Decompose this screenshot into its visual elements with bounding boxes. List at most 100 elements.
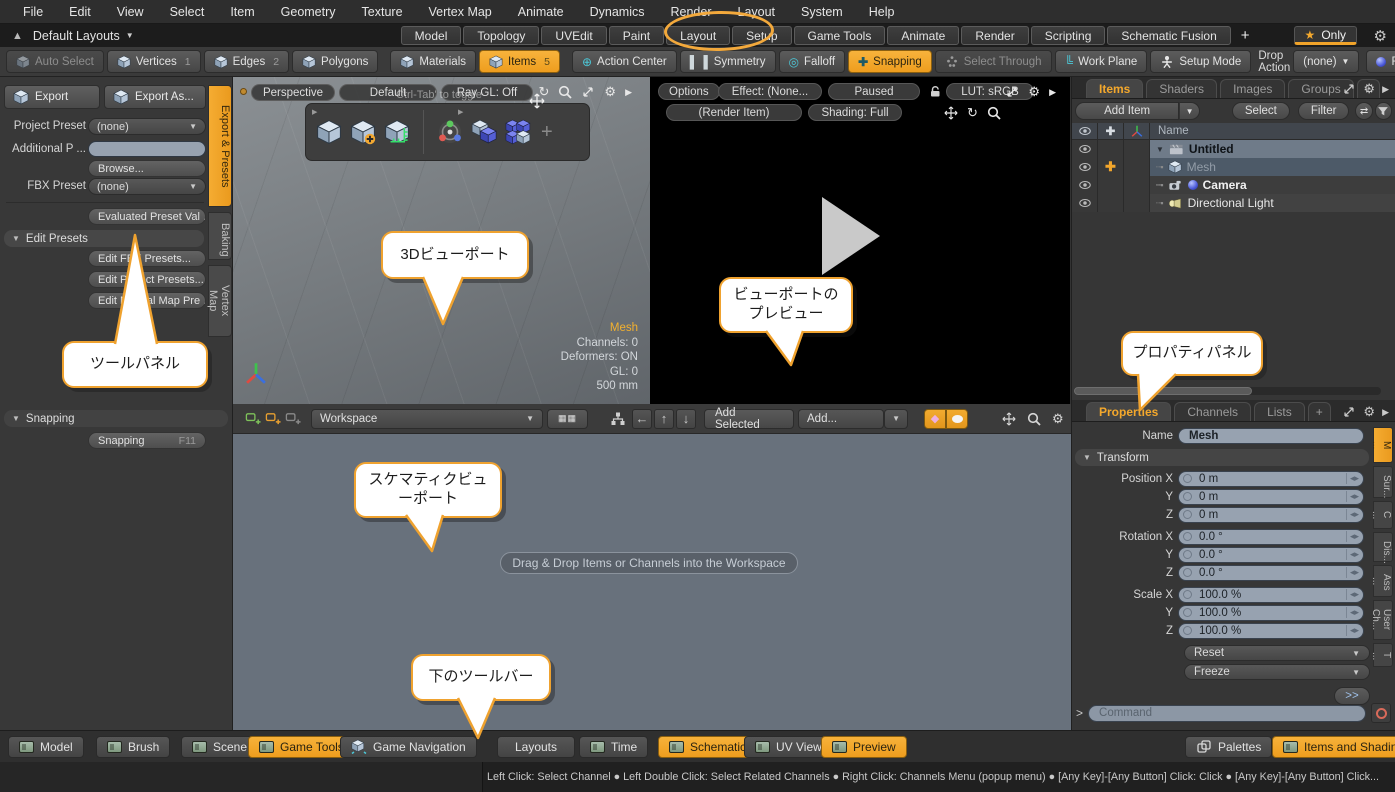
tab-uvedit[interactable]: UVEdit bbox=[541, 26, 606, 45]
command-input[interactable] bbox=[1088, 705, 1366, 722]
items-and-shading-button[interactable]: Items and Shading bbox=[1272, 736, 1395, 758]
active-layer-icon[interactable]: ✚ bbox=[1098, 158, 1124, 176]
add-workspace-icon[interactable] bbox=[245, 411, 261, 427]
cube-dimensions-tool-icon[interactable] bbox=[384, 119, 410, 145]
eye-column-icon[interactable] bbox=[1078, 124, 1092, 138]
drop-action-dropdown[interactable]: (none)▼ bbox=[1293, 50, 1359, 73]
cube-add-tool-icon[interactable] bbox=[350, 119, 376, 145]
select-through-button[interactable]: Select Through bbox=[935, 50, 1052, 73]
cube-tool-icon[interactable] bbox=[316, 119, 342, 145]
action-center-button[interactable]: ⊕Action Center bbox=[572, 50, 677, 73]
schematic-viewport[interactable]: Workspace▼ ▦▦ ← ↑ ↓ Add Selected Add... … bbox=[233, 404, 1071, 730]
gear-icon[interactable]: ⚙ bbox=[1028, 84, 1040, 100]
falloff-button[interactable]: ◎Falloff bbox=[779, 50, 846, 73]
render-preview-viewport[interactable]: Options Effect: (None... Paused LUT: sRG… bbox=[650, 77, 1070, 404]
visibility-eye-icon[interactable] bbox=[1072, 158, 1098, 176]
favorites-only-button[interactable]: ★Only bbox=[1294, 26, 1357, 45]
menu-geometry[interactable]: Geometry bbox=[268, 5, 349, 19]
add-item-dropdown-arrow[interactable]: ▼ bbox=[1179, 102, 1200, 120]
project-preset-dropdown[interactable]: (none)▼ bbox=[88, 118, 206, 135]
preview-button[interactable]: Preview bbox=[821, 736, 907, 758]
expand-icon[interactable] bbox=[1342, 82, 1356, 96]
menu-file[interactable]: File bbox=[10, 5, 56, 19]
tab-schematic-fusion[interactable]: Schematic Fusion bbox=[1107, 26, 1230, 45]
panel-arrow-icon[interactable]: ▶ bbox=[1382, 84, 1389, 95]
spinner-icon[interactable]: ◂▸ bbox=[1346, 549, 1363, 560]
vtab-baking[interactable]: Baking bbox=[208, 212, 232, 260]
arrow-down-button[interactable]: ↓ bbox=[676, 409, 696, 429]
menu-item[interactable]: Item bbox=[217, 5, 267, 19]
symmetry-button[interactable]: ▌▐Symmetry bbox=[680, 50, 776, 73]
add-tool-plus[interactable]: + bbox=[541, 121, 553, 144]
materials-mode-button[interactable]: Materials bbox=[390, 50, 476, 73]
add-selected-button[interactable]: Add Selected bbox=[704, 409, 794, 429]
spinner-icon[interactable]: ◂▸ bbox=[1346, 567, 1363, 578]
gear-icon[interactable]: ⚙ bbox=[1052, 411, 1064, 427]
gear-icon[interactable]: ⚙ bbox=[1363, 81, 1375, 97]
command-history-button[interactable] bbox=[1371, 703, 1391, 723]
group-flag-icon[interactable]: ▶ bbox=[458, 108, 463, 116]
pvtab-display[interactable]: Dis... bbox=[1373, 532, 1393, 562]
spinner-icon[interactable]: ◂▸ bbox=[1346, 531, 1363, 542]
channel-dot-icon[interactable] bbox=[1183, 626, 1192, 635]
lock-cell[interactable] bbox=[1098, 140, 1124, 158]
filter-button[interactable]: Filter bbox=[1298, 102, 1350, 120]
item-name[interactable]: Directional Light bbox=[1188, 196, 1274, 210]
add-tab-button[interactable]: + bbox=[1233, 26, 1258, 45]
move-icon[interactable] bbox=[1002, 412, 1016, 426]
arrow-up-button[interactable]: ↑ bbox=[654, 409, 674, 429]
layouts-button[interactable]: Layouts bbox=[497, 736, 575, 758]
expand-icon[interactable] bbox=[1342, 405, 1356, 419]
item-name-field[interactable]: Mesh bbox=[1178, 428, 1364, 444]
expand-icon[interactable] bbox=[1005, 85, 1019, 99]
channel-dot-icon[interactable] bbox=[1183, 608, 1192, 617]
uv-view-button[interactable]: UV View bbox=[744, 736, 833, 758]
render-button[interactable]: RenderF9 bbox=[1366, 50, 1395, 73]
magnifier-icon[interactable] bbox=[558, 85, 572, 99]
menu-texture[interactable]: Texture bbox=[349, 5, 416, 19]
lock-column-icon[interactable]: ✚ bbox=[1098, 123, 1124, 139]
render-item-selector[interactable]: (Render Item) bbox=[666, 104, 802, 121]
spinner-icon[interactable]: ◂▸ bbox=[1346, 589, 1363, 600]
transform-section-header[interactable]: ▼Transform bbox=[1075, 449, 1369, 466]
preview-effect-selector[interactable]: Effect: (None... bbox=[718, 83, 822, 100]
freeze-dropdown[interactable]: Freeze▼ bbox=[1184, 664, 1370, 680]
rotation-x-field[interactable]: 0.0 °◂▸ bbox=[1178, 529, 1364, 545]
rotation-y-field[interactable]: 0.0 °◂▸ bbox=[1178, 547, 1364, 563]
pvtab-t[interactable]: T ... bbox=[1373, 643, 1393, 667]
edges-mode-button[interactable]: Edges2 bbox=[204, 50, 289, 73]
position-y-field[interactable]: 0 m◂▸ bbox=[1178, 489, 1364, 505]
item-row-untitled[interactable]: ▼ Untitled bbox=[1072, 140, 1395, 158]
item-row-directional-light[interactable]: ┈▪ Directional Light bbox=[1072, 194, 1395, 212]
add-dropdown-arrow[interactable]: ▼ bbox=[884, 409, 908, 429]
palette-scene-button[interactable]: Scene bbox=[181, 736, 258, 758]
export-button[interactable]: Export bbox=[4, 85, 100, 109]
spinner-icon[interactable]: ◂▸ bbox=[1346, 509, 1363, 520]
scale-z-field[interactable]: 100.0 %◂▸ bbox=[1178, 623, 1364, 639]
menu-help[interactable]: Help bbox=[856, 5, 908, 19]
polygons-mode-button[interactable]: Polygons bbox=[292, 50, 378, 73]
scale-y-field[interactable]: 100.0 %◂▸ bbox=[1178, 605, 1364, 621]
show-channels-toggle[interactable]: ◆ bbox=[924, 409, 946, 429]
scale-x-field[interactable]: 100.0 %◂▸ bbox=[1178, 587, 1364, 603]
palette-model-button[interactable]: Model bbox=[8, 736, 84, 758]
position-z-field[interactable]: 0 m◂▸ bbox=[1178, 507, 1364, 523]
panel-arrow-icon[interactable]: ▶ bbox=[1049, 87, 1056, 98]
tab-model[interactable]: Model bbox=[401, 26, 462, 45]
add-item-button[interactable]: Add Item bbox=[1075, 102, 1179, 120]
item-list-h-scrollbar[interactable] bbox=[1074, 387, 1381, 395]
channel-dot-icon[interactable] bbox=[1183, 492, 1192, 501]
rotation-z-field[interactable]: 0.0 °◂▸ bbox=[1178, 565, 1364, 581]
add-dropdown[interactable]: Add... bbox=[798, 409, 884, 429]
menu-edit[interactable]: Edit bbox=[56, 5, 104, 19]
gear-icon[interactable]: ⚙ bbox=[1363, 404, 1375, 420]
menu-select[interactable]: Select bbox=[157, 5, 218, 19]
group-flag-icon[interactable]: ▶ bbox=[312, 108, 317, 116]
tab-paint[interactable]: Paint bbox=[609, 26, 664, 45]
gear-icon[interactable]: ⚙ bbox=[1374, 27, 1387, 45]
visibility-eye-icon[interactable] bbox=[1072, 176, 1098, 194]
pin-up-icon[interactable]: ▲ bbox=[0, 30, 33, 42]
tab-topology[interactable]: Topology bbox=[463, 26, 539, 45]
snapping-section-header[interactable]: ▼Snapping bbox=[4, 410, 228, 427]
axis-column-icon[interactable] bbox=[1130, 124, 1144, 138]
